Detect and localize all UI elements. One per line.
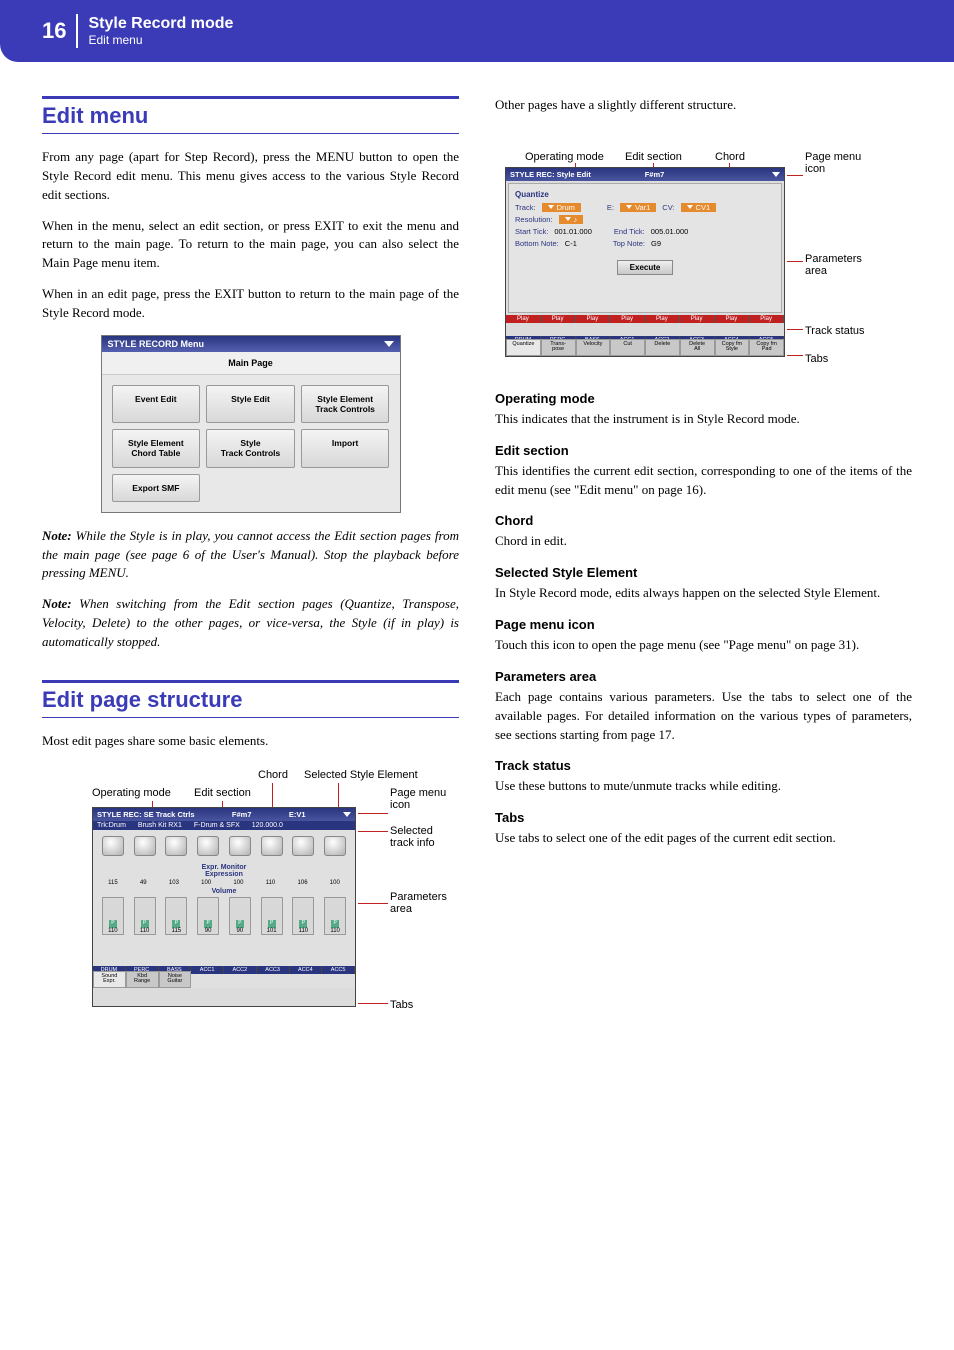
para: Most edit pages share some basic element… [42, 732, 459, 751]
header-title: Style Record mode [88, 14, 233, 33]
sub-track-status: Track status [495, 758, 912, 773]
ss-title-left: STYLE REC: Style Edit [510, 170, 591, 179]
ss-title-mid: F#m7 [232, 810, 252, 819]
header-divider [76, 14, 78, 48]
label-chord: Chord [715, 151, 745, 163]
para: Touch this icon to open the page menu (s… [495, 636, 912, 655]
sub-selected-style-element: Selected Style Element [495, 565, 912, 580]
section-edit-page-structure: Edit page structure [42, 680, 459, 718]
label-edit-section: Edit section [625, 151, 682, 163]
screenshot-style-edit: STYLE REC: Style Edit F#m7 Quantize Trac… [505, 167, 785, 357]
sub-chord: Chord [495, 513, 912, 528]
label-chord: Chord [258, 769, 288, 781]
sub-page-menu-icon: Page menu icon [495, 617, 912, 632]
label-page-menu-icon: Page menuicon [390, 787, 446, 811]
sub-operating-mode: Operating mode [495, 391, 912, 406]
sub-parameters-area: Parameters area [495, 669, 912, 684]
dropdown-icon [772, 172, 780, 177]
ss-title-right: E:V1 [289, 810, 306, 819]
para: When in the menu, select an edit section… [42, 217, 459, 274]
label-selected-style-element: Selected Style Element [304, 769, 418, 781]
para: Use these buttons to mute/unmute tracks … [495, 777, 912, 796]
sub-tabs: Tabs [495, 810, 912, 825]
page-number: 16 [42, 18, 66, 44]
label-tabs: Tabs [805, 353, 828, 365]
note: Note: When switching from the Edit secti… [42, 595, 459, 652]
label-operating-mode: Operating mode [92, 787, 171, 799]
menu-se-track-controls: Style ElementTrack Controls [301, 385, 390, 423]
page-header: 16 Style Record mode Edit menu [0, 0, 954, 62]
menu-style-track-controls: StyleTrack Controls [206, 429, 295, 467]
dropdown-icon [343, 812, 351, 817]
style-record-menu-screenshot: STYLE RECORD Menu Main Page Event Edit S… [101, 335, 401, 513]
label-parameters-area: Parametersarea [805, 253, 862, 277]
para: When in an edit page, press the EXIT but… [42, 285, 459, 323]
menu-export-smf: Export SMF [112, 474, 201, 502]
left-column: Edit menu From any page (apart for Step … [42, 96, 459, 1023]
label-selected-track-info: Selectedtrack info [390, 825, 435, 849]
header-subtitle: Edit menu [88, 33, 233, 47]
label-tabs: Tabs [390, 999, 413, 1011]
para: Use tabs to select one of the edit pages… [495, 829, 912, 848]
dropdown-icon [384, 341, 394, 347]
para: This indicates that the instrument is in… [495, 410, 912, 429]
para: Chord in edit. [495, 532, 912, 551]
section-edit-menu: Edit menu [42, 96, 459, 134]
label-parameters-area: Parametersarea [390, 891, 447, 915]
para: Other pages have a slightly different st… [495, 96, 912, 115]
label-page-menu-icon: Page menuicon [805, 151, 861, 175]
ss-title-mid: F#m7 [645, 170, 665, 179]
annotated-screenshot-1: Operating mode Edit section Chord Select… [42, 763, 459, 1023]
menu-title: STYLE RECORD Menu [108, 339, 205, 349]
menu-import: Import [301, 429, 390, 467]
right-column: Other pages have a slightly different st… [495, 96, 912, 1023]
menu-main-page: Main Page [102, 352, 400, 375]
label-edit-section: Edit section [194, 787, 251, 799]
menu-style-edit: Style Edit [206, 385, 295, 423]
para: In Style Record mode, edits always happe… [495, 584, 912, 603]
menu-se-chord-table: Style ElementChord Table [112, 429, 201, 467]
para: This identifies the current edit section… [495, 462, 912, 500]
para: From any page (apart for Step Record), p… [42, 148, 459, 205]
screenshot-se-track-ctrls: STYLE REC: SE Track Ctrls F#m7 E:V1 Trk:… [92, 807, 356, 1007]
label-operating-mode: Operating mode [525, 151, 604, 163]
label-track-status: Track status [805, 325, 865, 337]
annotated-screenshot-2: Operating mode Edit section Chord Page m… [495, 127, 912, 377]
sub-edit-section: Edit section [495, 443, 912, 458]
ss-title-left: STYLE REC: SE Track Ctrls [97, 810, 195, 819]
para: Each page contains various parameters. U… [495, 688, 912, 745]
execute-button: Execute [617, 260, 674, 275]
note: Note: While the Style is in play, you ca… [42, 527, 459, 584]
menu-event-edit: Event Edit [112, 385, 201, 423]
